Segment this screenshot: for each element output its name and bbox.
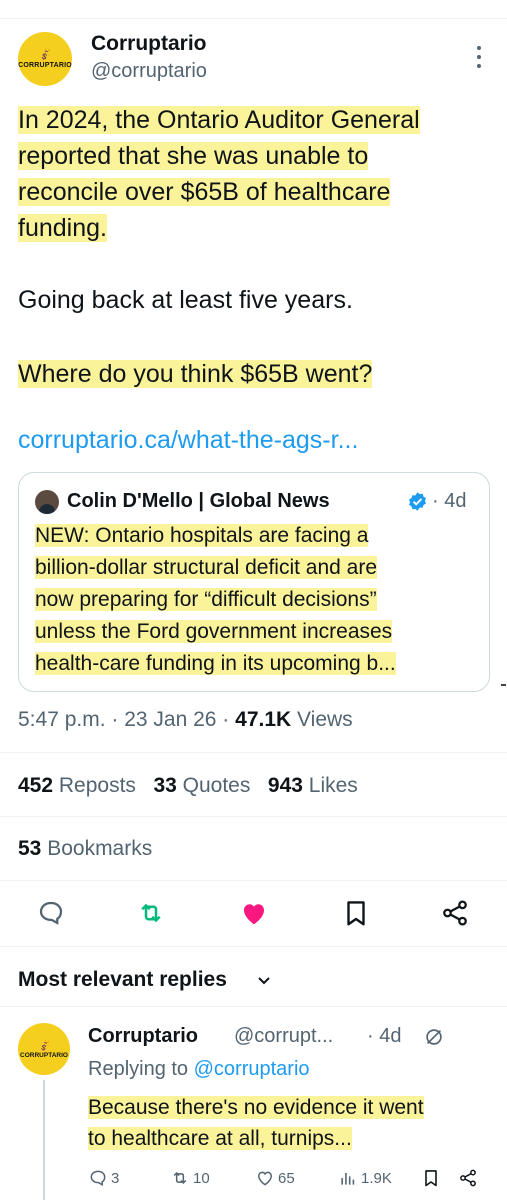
like-icon[interactable] xyxy=(239,898,269,928)
reply-views-action[interactable]: 1.9K xyxy=(338,1166,392,1190)
reply-time: · 4d xyxy=(367,1025,402,1047)
quotes-stat[interactable]: 33 Quotes xyxy=(153,774,250,797)
reply-replies-action[interactable]: 3 xyxy=(88,1166,119,1190)
replies-sort-title[interactable]: Most relevant replies xyxy=(18,968,227,992)
likes-stat[interactable]: 943 Likes xyxy=(268,774,358,797)
bookmarks-stat[interactable]: 53 Bookmarks xyxy=(18,837,152,861)
tweet-meta: 5:47 p.m. · 23 Jan 26 · 47.1K Views xyxy=(18,708,353,732)
replying-to: Replying to @corruptario xyxy=(88,1058,310,1080)
divider xyxy=(0,752,507,753)
reply-icon[interactable] xyxy=(36,898,66,928)
tweet-body-line: funding. xyxy=(18,214,107,242)
bookmark-icon xyxy=(425,1170,437,1187)
reply-share-action[interactable] xyxy=(458,1166,481,1190)
more-icon[interactable] xyxy=(470,42,488,72)
chevron-down-icon[interactable] xyxy=(256,972,272,988)
reply-likes-action[interactable]: 65 xyxy=(255,1166,295,1190)
repost-icon[interactable] xyxy=(136,898,166,928)
divider xyxy=(0,880,507,881)
author-handle[interactable]: @corruptario xyxy=(91,60,207,83)
like-icon xyxy=(257,1171,273,1186)
reply-author-name[interactable]: Corruptario xyxy=(88,1025,198,1048)
engagement-stats: 452 Reposts 33 Quotes 943 Likes xyxy=(18,774,358,798)
quote-line: unless the Ford government increases xyxy=(35,620,393,643)
article-link[interactable]: corruptario.ca/what-the-ags-r... xyxy=(18,426,358,455)
tweet-body-line: In 2024, the Ontario Auditor General xyxy=(18,106,420,134)
views-icon xyxy=(341,1173,355,1185)
tweet-body-line: reconcile over $65B of healthcare xyxy=(18,178,391,206)
views-label: Views xyxy=(297,708,353,731)
tweet-body-line: reported that she was unable to xyxy=(18,142,369,170)
reply-reposts-action[interactable]: 10 xyxy=(170,1166,210,1190)
reply-body-line: Because there's no evidence it went xyxy=(88,1096,424,1119)
reply-icon xyxy=(90,1170,106,1186)
divider xyxy=(0,1006,507,1007)
author-avatar[interactable]: 💰 CORRUPTARIO xyxy=(18,32,72,86)
share-icon[interactable] xyxy=(440,898,470,928)
quote-line: billion-dollar structural deficit and ar… xyxy=(35,556,377,579)
repost-icon xyxy=(173,1171,187,1185)
reply-body-line: to healthcare at all, turnips... xyxy=(88,1127,352,1150)
money-bag-icon: 💰 xyxy=(36,47,54,62)
tweet-body-line: Going back at least five years. xyxy=(18,286,353,314)
quote-line: health-care funding in its upcoming b... xyxy=(35,652,396,675)
quote-line: NEW: Ontario hospitals are facing a xyxy=(35,524,369,547)
thread-line xyxy=(43,1080,45,1200)
quote-author-name: Colin D'Mello | Global News xyxy=(67,490,330,512)
reply-author-avatar[interactable]: 💰 CORRUPTARIO xyxy=(18,1023,70,1075)
money-bag-icon: 💰 xyxy=(36,1038,52,1053)
quoted-tweet-card[interactable]: Colin D'Mello | Global News · 4d NEW: On… xyxy=(18,472,490,692)
quote-time: · 4d xyxy=(432,490,467,512)
views-count: 47.1K xyxy=(235,708,292,731)
scroll-indicator xyxy=(501,684,506,686)
reposts-stat[interactable]: 452 Reposts xyxy=(18,774,136,797)
reply-bookmark-action[interactable] xyxy=(421,1166,444,1190)
divider xyxy=(0,946,507,947)
author-name[interactable]: Corruptario xyxy=(91,32,207,56)
reply-author-handle[interactable]: @corrupt... xyxy=(234,1025,333,1048)
replying-to-handle[interactable]: @corruptario xyxy=(194,1058,310,1080)
avatar-brand: CORRUPTARIO xyxy=(20,1051,68,1059)
quote-line: now preparing for “difficult decisions” xyxy=(35,588,377,611)
hide-icon[interactable] xyxy=(423,1026,445,1048)
verified-icon xyxy=(409,492,426,511)
bookmark-icon[interactable] xyxy=(341,898,371,928)
divider xyxy=(0,816,507,817)
tweet-timestamp[interactable]: 5:47 p.m. · 23 Jan 26 · xyxy=(18,708,229,731)
avatar-brand: CORRUPTARIO xyxy=(18,62,72,69)
top-strip xyxy=(0,0,507,19)
share-icon xyxy=(460,1169,476,1187)
quote-author-avatar xyxy=(35,490,59,514)
tweet-body-line: Where do you think $65B went? xyxy=(18,360,373,388)
